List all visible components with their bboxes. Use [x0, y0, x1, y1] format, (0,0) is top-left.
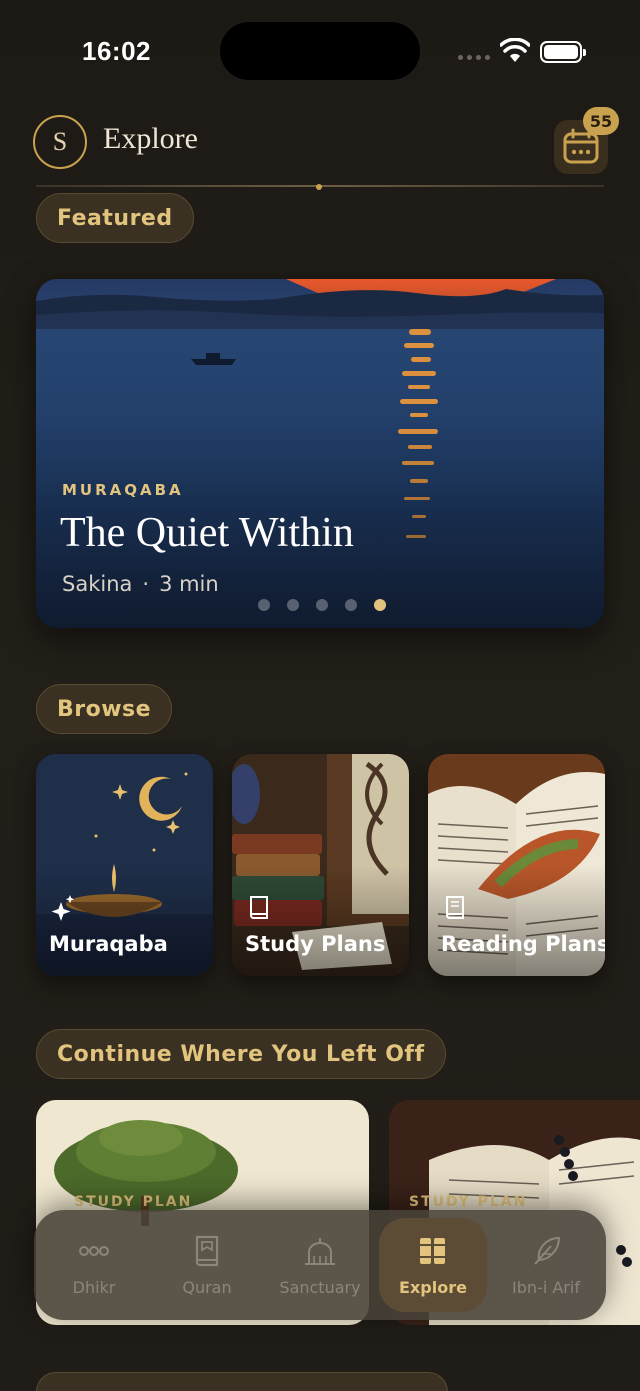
tab-label: Ibn-i Arif	[512, 1278, 580, 1297]
feather-icon	[534, 1236, 561, 1265]
tab-label: Explore	[399, 1278, 467, 1297]
app-header: S Explore	[0, 110, 640, 190]
browse-card-label: Reading Plans	[441, 932, 605, 956]
tab-sanctuary[interactable]: Sanctuary	[266, 1218, 374, 1312]
explore-screen: 16:02 S Explore 55 Featured MURAQABA The…	[0, 0, 640, 1391]
tab-dhikr[interactable]: Dhikr	[40, 1218, 148, 1312]
battery-icon	[540, 41, 586, 63]
notification-badge: 55	[583, 107, 619, 135]
featured-author: Sakina	[62, 572, 133, 596]
book-icon	[250, 896, 268, 919]
book-text-icon	[446, 896, 464, 919]
mosque-icon	[305, 1238, 335, 1265]
browse-card-label: Muraqaba	[49, 932, 168, 956]
browse-section-label: Browse	[36, 684, 173, 734]
page-dot[interactable]	[316, 599, 328, 611]
tab-bar: Dhikr Quran Sanctuary Explore Ibn-i Arif	[34, 1210, 606, 1320]
featured-duration: 3 min	[159, 572, 219, 596]
continue-card-kicker: STUDY PLAN	[409, 1194, 528, 1210]
page-dot[interactable]	[258, 599, 270, 611]
dots-icon	[79, 1246, 109, 1256]
browse-card-reading-plans[interactable]: Reading Plans	[428, 754, 605, 976]
tab-quran[interactable]: Quran	[153, 1218, 261, 1312]
featured-card[interactable]: MURAQABA The Quiet Within Sakina · 3 min	[36, 279, 604, 628]
sparkles-icon	[51, 895, 75, 921]
page-dot[interactable]	[345, 599, 357, 611]
status-time: 16:02	[82, 36, 151, 66]
books-icon	[420, 1238, 445, 1264]
wifi-icon	[500, 38, 530, 62]
recommended-section-label	[36, 1372, 448, 1391]
dynamic-island	[220, 22, 420, 80]
featured-title: The Quiet Within	[60, 510, 354, 556]
carousel-page-indicator[interactable]	[258, 599, 386, 611]
tab-label: Quran	[182, 1278, 232, 1297]
book-icon	[195, 1235, 219, 1267]
tab-ibn-i-arif[interactable]: Ibn-i Arif	[492, 1218, 600, 1312]
cellular-signal-icon	[458, 55, 490, 60]
browse-card-study-plans[interactable]: Study Plans	[232, 754, 409, 976]
page-dot-active[interactable]	[374, 599, 386, 611]
featured-meta: Sakina · 3 min	[62, 572, 219, 596]
featured-section-label: Featured	[36, 193, 194, 243]
continue-card-kicker: STUDY PLAN	[74, 1194, 193, 1210]
tab-explore[interactable]: Explore	[379, 1218, 487, 1312]
page-dot[interactable]	[287, 599, 299, 611]
tab-label: Dhikr	[72, 1278, 116, 1297]
divider-ornament	[316, 184, 322, 190]
browse-card-muraqaba[interactable]: Muraqaba	[36, 754, 213, 976]
profile-avatar[interactable]: S	[33, 115, 87, 169]
tab-label: Sanctuary	[279, 1278, 361, 1297]
continue-section-label: Continue Where You Left Off	[36, 1029, 446, 1079]
meta-separator: ·	[142, 572, 150, 596]
browse-card-label: Study Plans	[245, 932, 386, 956]
status-bar: 16:02	[0, 0, 640, 100]
featured-kicker: MURAQABA	[62, 481, 184, 499]
page-title: Explore	[103, 122, 198, 155]
